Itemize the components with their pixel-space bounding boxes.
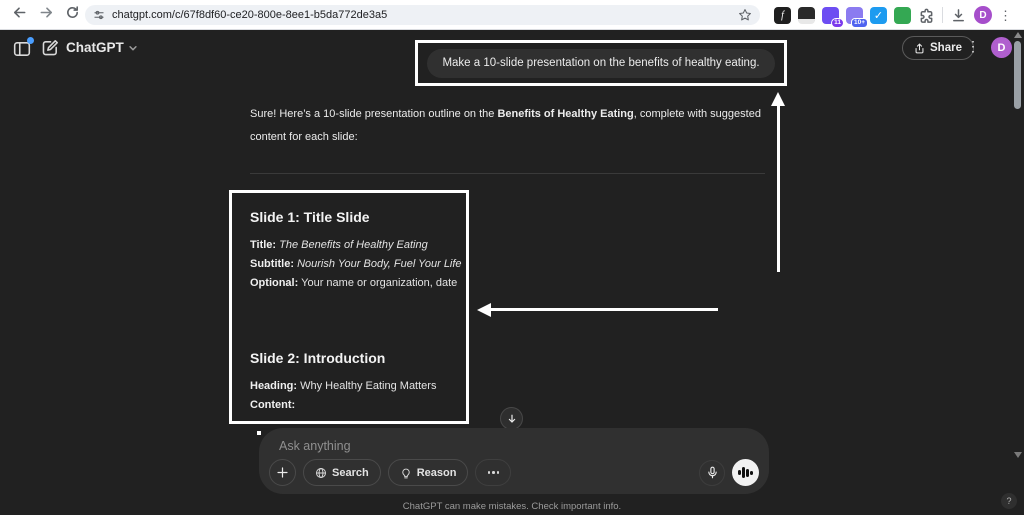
slide2-content-row: Content:: [250, 396, 460, 415]
conversation-options-icon[interactable]: ⋮: [966, 38, 980, 55]
reason-label: Reason: [417, 467, 457, 479]
arrow-down-icon: [506, 413, 518, 425]
plus-icon: [276, 466, 289, 479]
compose-icon: [41, 39, 59, 57]
row-label: Content:: [250, 399, 295, 411]
extension-badge: 10+: [851, 18, 868, 28]
chevron-down-icon: [128, 43, 138, 53]
waveform-icon: [738, 470, 741, 475]
assistant-intro-paragraph: Sure! Here’s a 10-slide presentation out…: [250, 103, 770, 149]
extension-wallet-icon[interactable]: 10+: [846, 7, 863, 24]
chatgpt-browser-window: chatgpt.com/c/67f8df60-ce20-800e-8ee1-b5…: [0, 0, 1024, 515]
composer-toolbar: Search Reason: [269, 458, 759, 487]
globe-icon: [315, 467, 327, 479]
share-upload-icon: [914, 43, 925, 54]
slide1-heading: Slide 1: Title Slide: [250, 207, 460, 227]
refresh-icon: [65, 5, 80, 25]
extension-f-icon[interactable]: f: [774, 7, 791, 24]
lightbulb-icon: [400, 467, 412, 479]
search-toggle-button[interactable]: Search: [303, 459, 381, 486]
row-label: Subtitle:: [250, 258, 294, 270]
slide2-heading: Slide 2: Introduction: [250, 348, 460, 368]
bookmark-star-icon[interactable]: [738, 8, 752, 22]
intro-bold-text: Benefits of Healthy Eating: [497, 108, 633, 120]
share-button[interactable]: Share: [902, 36, 974, 60]
toolbar-divider: [942, 7, 943, 23]
notification-dot: [27, 37, 34, 44]
annotation-arrow-up-head: [771, 92, 785, 106]
search-label: Search: [332, 467, 369, 479]
user-message-bubble: Make a 10-slide presentation on the bene…: [427, 49, 774, 78]
row-value: Why Healthy Eating Matters: [300, 380, 436, 392]
extension-badge: 11: [831, 18, 844, 28]
row-value: Nourish Your Body, Fuel Your Life: [297, 258, 462, 270]
more-dots-icon: [488, 471, 491, 474]
browser-toolbar: chatgpt.com/c/67f8df60-ce20-800e-8ee1-b5…: [0, 0, 1024, 30]
annotation-arrow-left-shaft: [490, 308, 718, 311]
sidebar-toggle-button[interactable]: [13, 40, 31, 58]
microphone-icon: [706, 466, 719, 479]
annotation-box-user-message: Make a 10-slide presentation on the bene…: [415, 40, 787, 86]
scrollbar-down-arrow[interactable]: [1014, 452, 1022, 458]
extension-check-icon[interactable]: ✓: [870, 7, 887, 24]
extension-purple-icon[interactable]: 11: [822, 7, 839, 24]
scrollbar-up-arrow[interactable]: [1014, 32, 1022, 38]
message-composer: Ask anything Search Reason: [259, 428, 769, 494]
slide2-heading-row: Heading: Why Healthy Eating Matters: [250, 377, 460, 396]
extensions-puzzle-icon[interactable]: [918, 7, 935, 24]
extension-green-icon[interactable]: [894, 7, 911, 24]
browser-profile-avatar[interactable]: D: [974, 6, 992, 24]
url-text[interactable]: chatgpt.com/c/67f8df60-ce20-800e-8ee1-b5…: [112, 9, 732, 21]
share-label: Share: [930, 42, 962, 54]
new-chat-button[interactable]: [41, 39, 59, 57]
annotation-box-slides: Slide 1: Title Slide Title: The Benefits…: [229, 190, 469, 424]
disclaimer-text: ChatGPT can make mistakes. Check importa…: [0, 501, 1024, 512]
annotation-arrow-up-shaft: [777, 105, 780, 272]
composer-input[interactable]: Ask anything: [279, 439, 351, 453]
row-value: The Benefits of Healthy Eating: [279, 239, 428, 251]
browser-menu-icon[interactable]: ⋮: [999, 7, 1012, 24]
extension-screenshot-icon[interactable]: [798, 7, 815, 24]
section-divider: [250, 173, 765, 174]
voice-mode-button[interactable]: [732, 459, 759, 486]
site-info-icon[interactable]: [93, 9, 105, 21]
slide1-optional-row: Optional: Your name or organization, dat…: [250, 274, 460, 293]
slide1-subtitle-row: Subtitle: Nourish Your Body, Fuel Your L…: [250, 255, 460, 274]
reason-toggle-button[interactable]: Reason: [388, 459, 469, 486]
row-label: Optional:: [250, 277, 298, 289]
forward-arrow-icon: [39, 5, 54, 25]
scrollbar-thumb[interactable]: [1014, 41, 1021, 109]
dictate-button[interactable]: [699, 460, 725, 486]
app-title: ChatGPT: [66, 40, 124, 55]
intro-text: Sure! Here’s a 10-slide presentation out…: [250, 108, 497, 120]
browser-refresh-button[interactable]: [63, 6, 81, 24]
page-scrollbar[interactable]: [1012, 30, 1024, 470]
browser-forward-button[interactable]: [37, 6, 55, 24]
downloads-icon[interactable]: [950, 7, 967, 24]
row-label: Title:: [250, 239, 276, 251]
browser-back-button[interactable]: [10, 6, 28, 24]
row-label: Heading:: [250, 380, 297, 392]
help-button[interactable]: ?: [1001, 493, 1017, 509]
slide1-title-row: Title: The Benefits of Healthy Eating: [250, 236, 460, 255]
address-bar[interactable]: chatgpt.com/c/67f8df60-ce20-800e-8ee1-b5…: [85, 5, 760, 25]
scroll-to-bottom-button[interactable]: [500, 407, 523, 430]
back-arrow-icon: [12, 5, 27, 25]
model-switcher[interactable]: ChatGPT: [66, 40, 138, 55]
user-avatar[interactable]: D: [991, 37, 1012, 58]
more-tools-button[interactable]: [475, 459, 511, 486]
row-value: Your name or organization, date: [301, 277, 457, 289]
annotation-arrow-left-head: [477, 303, 491, 317]
attach-button[interactable]: [269, 459, 296, 486]
annotation-dot: [257, 431, 261, 435]
browser-extensions-area: f 11 10+ ✓ D ⋮: [770, 0, 1024, 30]
